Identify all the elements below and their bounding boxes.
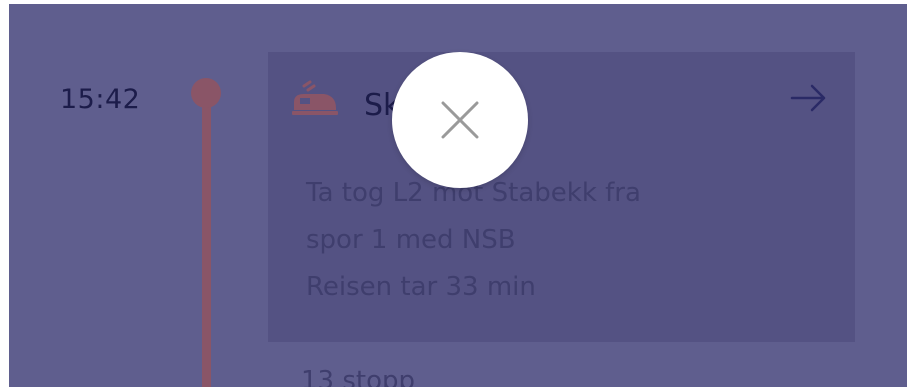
timeline-dot [191,78,221,108]
dimmed-screen-overlay: 15:42 Sk on Ta tog L2 mot Stabekk fra sp… [9,4,907,387]
stops-label[interactable]: 13 stopp [301,366,415,387]
description-line: Reisen tar 33 min [306,272,536,302]
close-button[interactable] [392,52,528,188]
departure-time: 15:42 [60,84,141,115]
trip-leg-card[interactable]: Sk on Ta tog L2 mot Stabekk fra spor 1 m… [268,52,855,342]
train-icon [290,80,340,118]
arrow-right-icon[interactable] [788,82,830,114]
close-icon [437,97,483,143]
description-line: spor 1 med NSB [306,225,516,255]
card-description: Ta tog L2 mot Stabekk fra spor 1 med NSB… [306,170,641,311]
timeline-line [202,96,211,387]
